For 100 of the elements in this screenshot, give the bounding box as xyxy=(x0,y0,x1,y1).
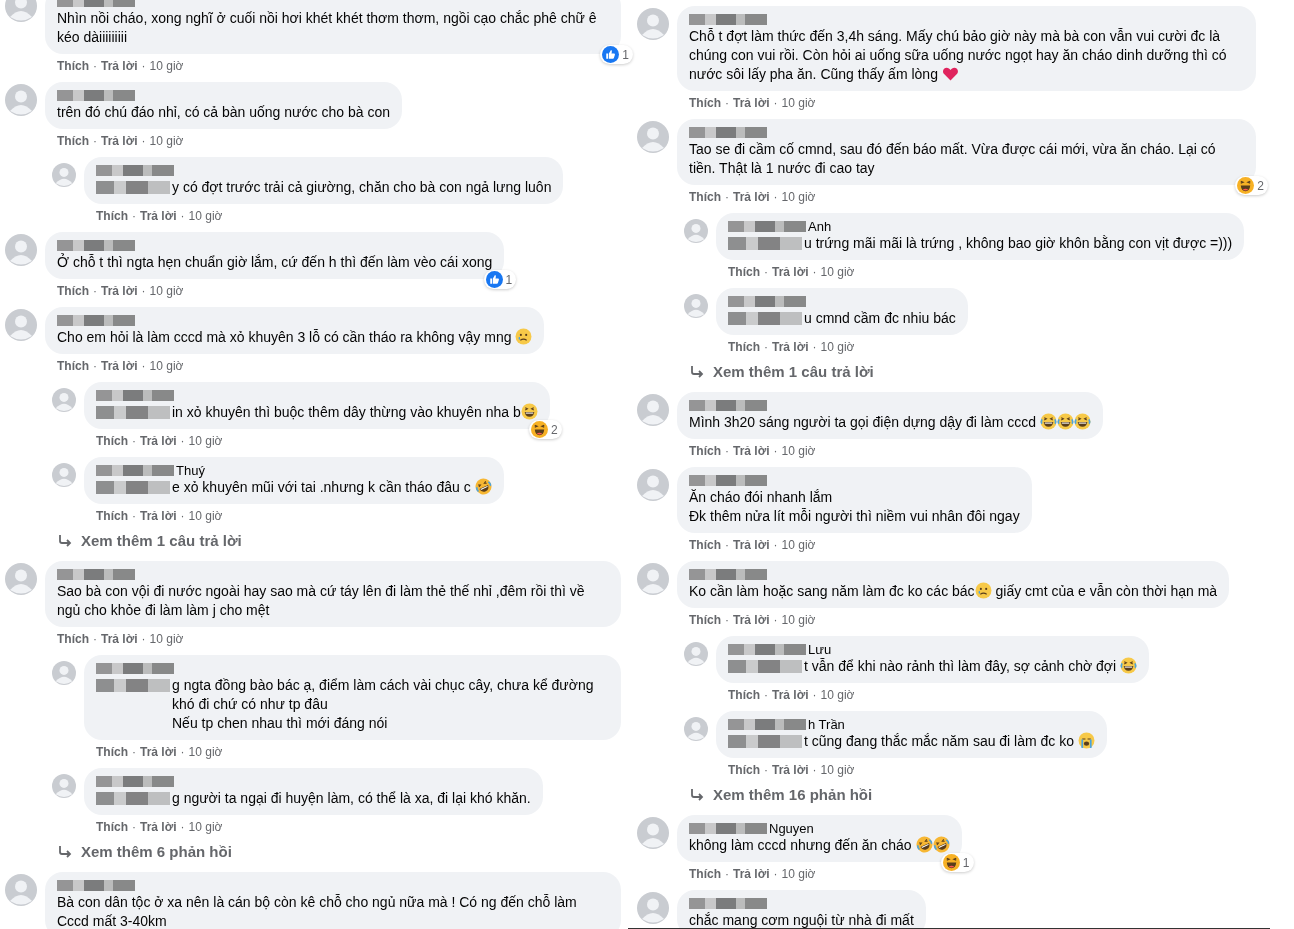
avatar-icon[interactable] xyxy=(637,892,669,924)
like-link[interactable]: Thích xyxy=(689,190,721,205)
reply-link[interactable]: Trả lời xyxy=(733,613,770,628)
like-link[interactable]: Thích xyxy=(57,359,89,374)
avatar-icon[interactable] xyxy=(52,163,76,187)
like-link[interactable]: Thích xyxy=(689,613,721,628)
reply-link[interactable]: Trả lời xyxy=(101,359,138,374)
reply-link[interactable]: Trả lời xyxy=(733,96,770,111)
reaction-count[interactable]: 2 xyxy=(1235,176,1268,195)
avatar-icon[interactable] xyxy=(637,121,669,153)
reply-link[interactable]: Trả lời xyxy=(140,434,177,449)
timestamp-link[interactable]: 10 giờ xyxy=(188,434,223,449)
avatar-icon[interactable] xyxy=(5,874,37,906)
like-link[interactable]: Thích xyxy=(728,340,760,355)
reply-link[interactable]: Trả lời xyxy=(772,265,809,280)
timestamp-link[interactable]: 10 giờ xyxy=(781,538,816,553)
timestamp-link[interactable]: 10 giờ xyxy=(149,284,184,299)
timestamp-link[interactable]: 10 giờ xyxy=(781,190,816,205)
reaction-count[interactable]: 1 xyxy=(600,45,633,64)
timestamp-link[interactable]: 10 giờ xyxy=(188,745,223,760)
like-link[interactable]: Thích xyxy=(96,434,128,449)
avatar-icon[interactable] xyxy=(684,219,708,243)
view-more-replies-link[interactable]: Xem thêm 16 phản hồi xyxy=(689,786,1256,803)
commenter-name[interactable]: Nguyen xyxy=(769,820,814,836)
like-link[interactable]: Thích xyxy=(57,134,89,149)
like-link[interactable]: Thích xyxy=(689,538,721,553)
avatar-icon[interactable] xyxy=(684,294,708,318)
like-link[interactable]: Thích xyxy=(57,632,89,647)
timestamp-link[interactable]: 10 giờ xyxy=(188,209,223,224)
timestamp-link[interactable]: 10 giờ xyxy=(820,265,855,280)
avatar-icon[interactable] xyxy=(684,642,708,666)
reply-link[interactable]: Trả lời xyxy=(733,444,770,459)
like-link[interactable]: Thích xyxy=(96,509,128,524)
like-link[interactable]: Thích xyxy=(96,209,128,224)
reply-link[interactable]: Trả lời xyxy=(733,190,770,205)
like-link[interactable]: Thích xyxy=(57,59,89,74)
commenter-name[interactable]: Lưu xyxy=(808,641,832,657)
like-link[interactable]: Thích xyxy=(689,96,721,111)
timestamp-link[interactable]: 10 giờ xyxy=(820,763,855,778)
avatar-icon[interactable] xyxy=(52,661,76,685)
avatar-icon[interactable] xyxy=(52,388,76,412)
timestamp-link[interactable]: 10 giờ xyxy=(781,96,816,111)
reply-link[interactable]: Trả lời xyxy=(772,688,809,703)
avatar-icon[interactable] xyxy=(5,234,37,266)
view-more-replies-link[interactable]: Xem thêm 6 phản hồi xyxy=(57,843,621,860)
avatar-icon[interactable] xyxy=(5,84,37,116)
avatar-icon[interactable] xyxy=(5,563,37,595)
reply-link[interactable]: Trả lời xyxy=(101,134,138,149)
reply-link[interactable]: Trả lời xyxy=(101,632,138,647)
reaction-count[interactable]: 1 xyxy=(940,853,974,872)
like-link[interactable]: Thích xyxy=(689,444,721,459)
reaction-count[interactable]: 1 xyxy=(483,270,517,289)
timestamp-link[interactable]: 10 giờ xyxy=(188,509,223,524)
comment-text: e xỏ khuyên mũi với tai .nhưng k cần tháo đâu c xyxy=(172,479,472,495)
timestamp-link[interactable]: 10 giờ xyxy=(188,820,223,835)
avatar-icon[interactable] xyxy=(637,469,669,501)
timestamp-link[interactable]: 10 giờ xyxy=(149,134,184,149)
timestamp-link[interactable]: 10 giờ xyxy=(149,632,184,647)
like-link[interactable]: Thích xyxy=(689,867,721,882)
reply-link[interactable]: Trả lời xyxy=(140,745,177,760)
commenter-name[interactable]: Anh xyxy=(808,218,832,234)
like-link[interactable]: Thích xyxy=(96,820,128,835)
comment-text: Mình 3h20 sáng người ta gọi điện dựng dậy đi làm cccd xyxy=(689,414,1038,430)
timestamp-link[interactable]: 10 giờ xyxy=(820,340,855,355)
reply-link[interactable]: Trả lời xyxy=(140,820,177,835)
view-more-replies-link[interactable]: Xem thêm 1 câu trả lời xyxy=(57,532,621,549)
reaction-count[interactable]: 2 xyxy=(529,420,562,439)
avatar-icon[interactable] xyxy=(637,817,669,849)
timestamp-link[interactable]: 10 giờ xyxy=(149,59,184,74)
reply-link[interactable]: Trả lời xyxy=(101,59,138,74)
reply-link[interactable]: Trả lời xyxy=(772,763,809,778)
comment-text: g người ta ngại đi huyện làm, có thể là xa, đi lại khó khăn. xyxy=(172,790,531,806)
like-link[interactable]: Thích xyxy=(96,745,128,760)
reply-link[interactable]: Trả lời xyxy=(140,209,177,224)
timestamp-link[interactable]: 10 giờ xyxy=(781,613,816,628)
separator: · xyxy=(773,444,778,459)
timestamp-link[interactable]: 10 giờ xyxy=(781,867,816,882)
avatar-icon[interactable] xyxy=(52,463,76,487)
timestamp-link[interactable]: 10 giờ xyxy=(149,359,184,374)
reply-link[interactable]: Trả lời xyxy=(733,538,770,553)
avatar-icon[interactable] xyxy=(637,394,669,426)
like-link[interactable]: Thích xyxy=(728,688,760,703)
avatar-icon[interactable] xyxy=(684,717,708,741)
avatar-icon[interactable] xyxy=(52,774,76,798)
timestamp-link[interactable]: 10 giờ xyxy=(781,444,816,459)
timestamp-link[interactable]: 10 giờ xyxy=(820,688,855,703)
view-more-replies-link[interactable]: Xem thêm 1 câu trả lời xyxy=(689,363,1256,380)
reply-link[interactable]: Trả lời xyxy=(733,867,770,882)
avatar-icon[interactable] xyxy=(637,8,669,40)
reply-link[interactable]: Trả lời xyxy=(772,340,809,355)
like-link[interactable]: Thích xyxy=(57,284,89,299)
avatar-icon[interactable] xyxy=(637,563,669,595)
commenter-name[interactable]: Thuý xyxy=(176,462,205,478)
reply-link[interactable]: Trả lời xyxy=(101,284,138,299)
avatar-icon[interactable] xyxy=(5,309,37,341)
like-link[interactable]: Thích xyxy=(728,763,760,778)
like-link[interactable]: Thích xyxy=(728,265,760,280)
reply-link[interactable]: Trả lời xyxy=(140,509,177,524)
commenter-name[interactable]: h Trần xyxy=(808,716,845,732)
separator: · xyxy=(141,632,146,647)
